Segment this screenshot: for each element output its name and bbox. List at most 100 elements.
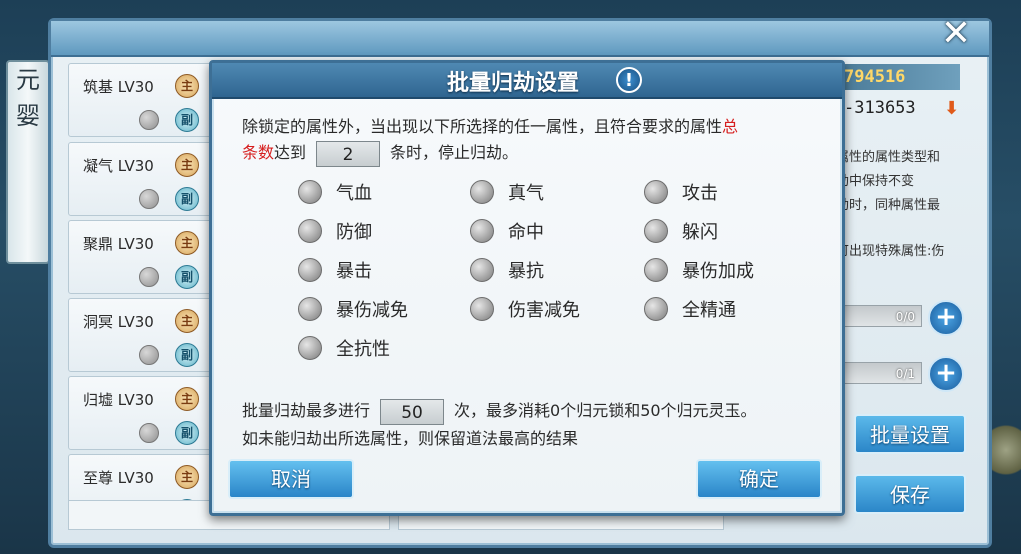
desc-line-2: 条数达到 2 条时，停止归劫。 <box>242 139 518 167</box>
radio-button[interactable] <box>470 258 494 282</box>
realm-level: LV30 <box>117 78 154 96</box>
help-icon[interactable]: ! <box>616 67 642 93</box>
realm-name: 洞冥 LV30 <box>83 311 154 332</box>
attribute-label: 气血 <box>336 183 372 204</box>
main-seal-icon[interactable]: 主 <box>175 309 199 333</box>
attribute-label: 暴伤减免 <box>336 300 408 321</box>
batch-line: 批量归劫最多进行 50 次，最多消耗0个归元锁和50个归元灵玉。 <box>242 397 757 425</box>
window-title-bar <box>51 21 989 57</box>
radio-button[interactable] <box>644 297 668 321</box>
lock-toggle[interactable] <box>139 189 159 209</box>
dialog-title: 批量归劫设置 <box>447 71 580 96</box>
realm-title: 凝气 <box>83 157 114 175</box>
attribute-option[interactable]: 命中 <box>470 218 544 244</box>
close-icon: ✕ <box>940 13 972 54</box>
sub-seal-icon[interactable]: 副 <box>175 421 199 445</box>
banner-char-2: 婴 <box>16 102 40 130</box>
desc-line-3: 劫时，同种属性最 <box>836 198 941 213</box>
radio-button[interactable] <box>470 297 494 321</box>
sub-seal-icon[interactable]: 副 <box>175 187 199 211</box>
sub-seal-icon[interactable]: 副 <box>175 265 199 289</box>
radio-button[interactable] <box>298 336 322 360</box>
radio-button[interactable] <box>644 258 668 282</box>
attribute-option[interactable]: 暴击 <box>298 257 372 283</box>
realm-title: 洞冥 <box>83 313 114 331</box>
lock-toggle[interactable] <box>139 423 159 443</box>
lock-toggle[interactable] <box>139 110 159 130</box>
confirm-button[interactable]: 确定 <box>696 459 822 499</box>
desc-line-4: 可出现特殊属性:伤 <box>836 244 945 259</box>
realm-name: 至尊 LV30 <box>83 467 154 488</box>
realm-level: LV30 <box>117 469 154 487</box>
plus-icon: + <box>935 302 957 332</box>
batch-text: 批量归劫最多进行 <box>242 401 371 420</box>
attribute-option[interactable]: 防御 <box>298 218 372 244</box>
desc-line-2: 劫中保持不变 <box>836 174 915 189</box>
desc-text: 达到 <box>274 143 307 162</box>
attribute-option[interactable]: 真气 <box>470 179 544 205</box>
attribute-option[interactable]: 全精通 <box>644 296 736 322</box>
save-button[interactable]: 保存 <box>854 474 966 514</box>
desc-text: 条时，停止归劫。 <box>390 143 519 162</box>
add-lock-button[interactable]: + <box>928 300 964 336</box>
realm-title: 聚鼎 <box>83 235 114 253</box>
realm-title: 至尊 <box>83 469 114 487</box>
lock-toggle[interactable] <box>139 345 159 365</box>
attr-count-input[interactable]: 2 <box>316 140 381 167</box>
radio-button[interactable] <box>298 180 322 204</box>
sub-seal-icon[interactable]: 副 <box>175 343 199 367</box>
attribute-label: 命中 <box>508 222 544 243</box>
radio-button[interactable] <box>644 219 668 243</box>
batch-settings-button[interactable]: 批量设置 <box>854 414 966 454</box>
close-button[interactable]: ✕ <box>936 14 976 54</box>
attribute-label: 暴击 <box>336 261 372 282</box>
attribute-label: 全精通 <box>682 300 736 321</box>
attribute-label: 躲闪 <box>682 222 718 243</box>
radio-button[interactable] <box>298 219 322 243</box>
realm-level: LV30 <box>117 235 154 253</box>
lock-progress: 0/0 <box>836 305 922 327</box>
desc-line-1: 除锁定的属性外，当出现以下所选择的任一属性，且符合要求的属性总 <box>242 113 738 137</box>
attribute-label: 真气 <box>508 183 544 204</box>
desc-highlight: 条数 <box>242 143 275 162</box>
add-jade-button[interactable]: + <box>928 356 964 392</box>
desc-line-1: 属性的属性类型和 <box>836 150 941 165</box>
radio-button[interactable] <box>470 219 494 243</box>
realm-level: LV30 <box>117 391 154 409</box>
attribute-label: 暴抗 <box>508 261 544 282</box>
lock-toggle[interactable] <box>139 267 159 287</box>
batch-count-input[interactable]: 50 <box>380 398 445 425</box>
attribute-option[interactable]: 气血 <box>298 179 372 205</box>
attribute-option[interactable]: 暴抗 <box>470 257 544 283</box>
attribute-option[interactable]: 躲闪 <box>644 218 718 244</box>
attribute-option[interactable]: 暴伤加成 <box>644 257 754 283</box>
main-seal-icon[interactable]: 主 <box>175 74 199 98</box>
dialog-title-bar: 批量归劫设置 ! <box>212 63 842 99</box>
cancel-button[interactable]: 取消 <box>228 459 354 499</box>
lantern-decoration <box>991 420 1021 480</box>
plus-icon: + <box>935 358 957 388</box>
batch-setting-dialog: 批量归劫设置 ! 除锁定的属性外，当出现以下所选择的任一属性，且符合要求的属性总… <box>209 60 845 516</box>
radio-button[interactable] <box>298 297 322 321</box>
attribute-option[interactable]: 全抗性 <box>298 335 390 361</box>
realm-name: 归墟 LV30 <box>83 389 154 410</box>
score-delta: -313653 <box>844 98 916 118</box>
desc-highlight: 总 <box>722 117 739 136</box>
attribute-option[interactable]: 暴伤减免 <box>298 296 408 322</box>
realm-banner: 元 婴 <box>6 60 50 264</box>
radio-button[interactable] <box>644 180 668 204</box>
attribute-option[interactable]: 伤害减免 <box>470 296 580 322</box>
score-display: 794516 <box>836 64 960 90</box>
main-seal-icon[interactable]: 主 <box>175 387 199 411</box>
radio-button[interactable] <box>298 258 322 282</box>
batch-text: 次，最多消耗0个归元锁和50个归元灵玉。 <box>454 401 757 420</box>
main-seal-icon[interactable]: 主 <box>175 153 199 177</box>
attribute-option[interactable]: 攻击 <box>644 179 718 205</box>
attribute-label: 暴伤加成 <box>682 261 754 282</box>
main-seal-icon[interactable]: 主 <box>175 465 199 489</box>
attribute-label: 全抗性 <box>336 339 390 360</box>
main-seal-icon[interactable]: 主 <box>175 231 199 255</box>
sub-seal-icon[interactable]: 副 <box>175 108 199 132</box>
attribute-label: 伤害减免 <box>508 300 580 321</box>
radio-button[interactable] <box>470 180 494 204</box>
